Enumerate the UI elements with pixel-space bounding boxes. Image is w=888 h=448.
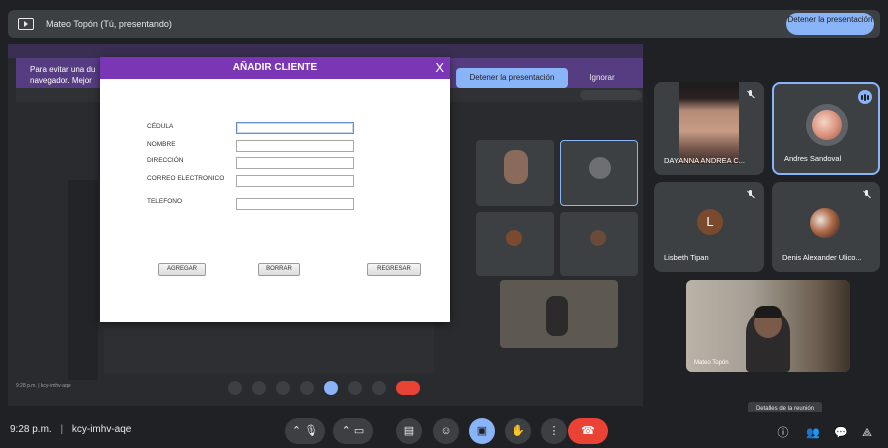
dialog-titlebar: AÑADIR CLIENTE X (100, 57, 450, 79)
captions-button[interactable]: ▤ (396, 418, 422, 444)
activities-icon[interactable]: ⟁ (860, 426, 874, 440)
close-icon[interactable]: X (435, 57, 444, 79)
dayanna-video (679, 82, 739, 164)
mini-face (504, 150, 528, 184)
mic-off-icon (746, 90, 756, 100)
mini-avatar (506, 230, 522, 246)
mini-avatar (590, 230, 606, 246)
speaking-indicator-icon (858, 90, 872, 104)
mini-person (546, 296, 568, 336)
cedula-input[interactable] (236, 122, 354, 134)
stop-presenting-button[interactable]: Detener la presentación (786, 13, 874, 35)
presenting-bar: Mateo Topón (Tú, presentando) Detener la… (8, 10, 880, 38)
label-correo: CORREO ELECTRONICO (147, 175, 225, 182)
mic-off-icon (862, 190, 872, 200)
participant-name: DAYANNA ANDREA C... (664, 156, 745, 165)
participant-name: Andres Sandoval (784, 154, 842, 163)
shared-tab-strip (8, 44, 643, 58)
nombre-input[interactable] (236, 140, 354, 152)
end-call-icon: ☎ (581, 425, 595, 437)
microphone-button[interactable]: ⌃ 🎙 (285, 418, 325, 444)
more-vert-icon: ⋮ (548, 425, 560, 437)
banner-ignore-button[interactable]: Ignorar (580, 68, 624, 88)
meet-window: Mateo Topón (Tú, presentando) Detener la… (0, 0, 888, 448)
mini-avatar (589, 157, 611, 179)
camera-icon: ⌃ ▭ (341, 425, 365, 437)
present-screen-icon: ▣ (476, 425, 488, 437)
meeting-code: kcy-imhv-aqe (71, 424, 132, 435)
captions-icon: ▤ (403, 425, 415, 437)
mini-ctrl (324, 381, 338, 395)
mini-tile-lisbeth (476, 212, 554, 276)
agregar-button[interactable]: AGREGAR (158, 263, 206, 276)
participant-name: Mateo Topón (694, 360, 729, 366)
participant-tile-andres[interactable]: Andres Sandoval (772, 82, 880, 175)
mini-tile-denis (560, 212, 638, 276)
more-options-button[interactable]: ⋮ (541, 418, 567, 444)
participant-tile-denis[interactable]: Denis Alexander Ulico... (772, 182, 880, 272)
people-icon[interactable]: 👥 (806, 426, 820, 440)
hand-icon: ✋ (511, 425, 525, 437)
label-cedula: CÉDULA (147, 123, 174, 130)
participant-tile-dayanna[interactable]: DAYANNA ANDREA C... (654, 82, 764, 175)
add-client-dialog: AÑADIR CLIENTE X CÉDULA NOMBRE DIRECCIÓN… (100, 57, 450, 322)
shared-nested-stop-button (580, 90, 642, 100)
mini-ctrl (228, 381, 242, 395)
avatar-image (812, 110, 842, 140)
participant-name: Lisbeth Tipan (664, 253, 709, 262)
meeting-clock: 9:28 p.m. | kcy-imhv-aqe (10, 424, 131, 435)
borrar-button[interactable]: BORRAR (258, 263, 300, 276)
leave-call-button[interactable]: ☎ (568, 418, 608, 444)
mini-ctrl (300, 381, 314, 395)
avatar-image (810, 208, 840, 238)
camera-person-hair (754, 306, 782, 318)
separator: | (60, 424, 64, 435)
mini-time: 9:28 p.m. | kcy-imhv-aqe (16, 383, 71, 389)
shared-banner-text: Para evitar una du navegador. Mejor (30, 65, 96, 85)
present-screen-icon (18, 18, 34, 30)
telefono-input[interactable] (236, 198, 354, 210)
dialog-title: AÑADIR CLIENTE (232, 62, 318, 73)
emoji-icon: ☺ (440, 425, 452, 437)
bottom-controls: 9:28 p.m. | kcy-imhv-aqe ⌃ 🎙 ⌃ ▭ ▤ ☺ ▣ ✋… (0, 412, 888, 448)
label-direccion: DIRECCIÓN (147, 157, 184, 164)
mini-tile-andres (560, 140, 638, 206)
label-nombre: NOMBRE (147, 141, 176, 148)
reactions-button[interactable]: ☺ (433, 418, 459, 444)
raise-hand-button[interactable]: ✋ (505, 418, 531, 444)
banner-stop-presenting-button[interactable]: Detener la presentación (456, 68, 568, 88)
camera-button[interactable]: ⌃ ▭ (333, 418, 373, 444)
presenting-title: Mateo Topón (Tú, presentando) (46, 19, 172, 29)
direccion-input[interactable] (236, 157, 354, 169)
self-view-tile[interactable]: Mateo Topón (686, 280, 850, 372)
mini-tile-camera (500, 280, 618, 348)
label-telefono: TELEFONO (147, 198, 183, 205)
avatar-initial: L (697, 209, 723, 235)
participant-tile-lisbeth[interactable]: L Lisbeth Tipan (654, 182, 764, 272)
mic-icon: ⌃ 🎙 (291, 425, 319, 437)
chat-icon[interactable]: 💬 (834, 426, 848, 440)
mini-tile-dayanna (476, 140, 554, 206)
mini-ctrl (372, 381, 386, 395)
info-icon[interactable]: ⓘ (776, 426, 790, 440)
participant-name: Denis Alexander Ulico... (782, 253, 862, 262)
mini-ctrl (252, 381, 266, 395)
clock-time: 9:28 p.m. (10, 424, 52, 435)
present-button[interactable]: ▣ (469, 418, 495, 444)
mic-off-icon (746, 190, 756, 200)
shared-nested-panel (68, 180, 98, 380)
mini-ctrl (348, 381, 362, 395)
regresar-button[interactable]: REGRESAR (367, 263, 421, 276)
mini-ctrl (276, 381, 290, 395)
correo-input[interactable] (236, 175, 354, 187)
shared-mini-controls: 9:28 p.m. | kcy-imhv-aqe (8, 378, 643, 398)
mini-ctrl (396, 381, 420, 395)
